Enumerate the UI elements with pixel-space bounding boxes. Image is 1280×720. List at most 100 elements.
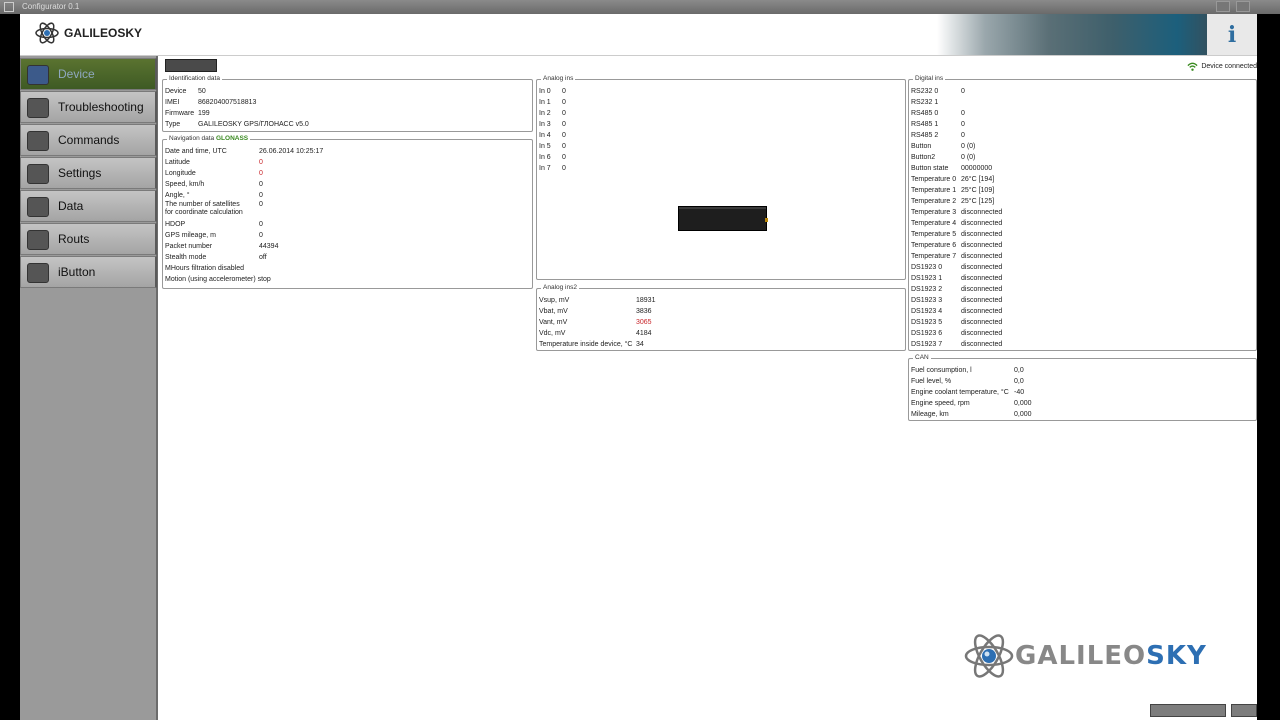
footer-button-2[interactable] [1231, 704, 1257, 717]
row-value: 868204007518813 [198, 99, 257, 106]
row-value: disconnected [961, 242, 1003, 249]
row-label: MHours filtration disabled [165, 265, 244, 272]
data-row: Button2 0 (0) [911, 152, 1254, 163]
row-label: DS1923 0 [911, 264, 943, 271]
row-value: 26.06.2014 10:25:17 [259, 148, 324, 155]
row-label: In 4 [539, 132, 551, 139]
status-text: Device connected [1201, 63, 1257, 70]
row-label: Button [911, 143, 932, 150]
row-value: disconnected [961, 231, 1003, 238]
row-label: DS1923 5 [911, 319, 943, 326]
row-value: 0,000 [1014, 400, 1032, 407]
info-button[interactable]: i [1207, 14, 1257, 55]
close-button[interactable] [1236, 1, 1250, 12]
row-value: disconnected [961, 275, 1003, 282]
data-row: Type GALILEOSKY GPS/ГЛОНАСС v5.0 [165, 119, 530, 130]
row-value: disconnected [961, 319, 1003, 326]
row-label: RS485 2 [911, 132, 939, 139]
row-value: 0,0 [1014, 367, 1024, 374]
sidebar-item-settings[interactable]: Settings [20, 157, 157, 189]
panel-title: Identification data [167, 75, 222, 82]
row-label: Temperature 1 [911, 187, 957, 194]
identification-panel: Identification data Device 50 IMEI 8682040… [162, 75, 533, 132]
nav-system-label: GLONASS [215, 135, 249, 142]
sidebar-item-device[interactable]: Device [20, 58, 157, 90]
sidebar-item-label: Commands [58, 133, 120, 147]
row-value: 3065 [636, 319, 652, 326]
row-label: Button state [911, 165, 949, 172]
row-label: Fuel level, % [911, 378, 952, 385]
sidebar-item-ibutton[interactable]: iButton [20, 256, 157, 288]
row-label: HDOP [165, 221, 186, 228]
data-row: IMEI 868204007518813 [165, 97, 530, 108]
main-content: Device connected Identification data Dev… [160, 56, 1257, 720]
sidebar: Device Troubleshooting Commands Settings… [20, 56, 158, 720]
row-value: -40 [1014, 389, 1025, 396]
row-label: Temperature 5 [911, 231, 957, 238]
row-label: In 2 [539, 110, 551, 117]
row-label: The number of satellites for coordinate c… [165, 201, 243, 217]
data-row: Temperature 2 25°C [125] [911, 196, 1254, 207]
data-row: DS1923 7 disconnected [911, 339, 1254, 350]
row-label: In 3 [539, 121, 551, 128]
row-label: Firmware [165, 110, 195, 117]
row-label: Vdc, mV [539, 330, 566, 337]
row-label: RS485 1 [911, 121, 939, 128]
maximize-button[interactable] [1216, 1, 1230, 12]
data-row: Temperature inside device, °C 34 [539, 339, 903, 350]
data-row: GPS mileage, m 0 [165, 230, 530, 241]
analog-ins-panel: Analog ins In 0 0 In 1 0 In 2 0 In 3 0 In 4 0… [536, 75, 906, 280]
navigation-panel: Navigation data GLONASS Date and time, U… [162, 135, 533, 289]
data-row: HDOP 0 [165, 219, 530, 230]
logo-part-2: SKY [1146, 641, 1207, 671]
data-row: DS1923 5 disconnected [911, 317, 1254, 328]
data-row: DS1923 3 disconnected [911, 295, 1254, 306]
panel-title: Navigation data GLONASS [167, 135, 251, 142]
data-row: In 3 0 [539, 119, 903, 130]
row-value: disconnected [961, 286, 1003, 293]
row-label: Fuel consumption, l [911, 367, 972, 374]
digital-ins-panel: Digital ins RS232 0 0 RS232 1 RS485 0 0 RS… [908, 75, 1257, 351]
routes-icon [27, 230, 49, 250]
row-value: disconnected [961, 253, 1003, 260]
data-row: DS1923 4 disconnected [911, 306, 1254, 317]
sidebar-item-data[interactable]: Data [20, 190, 157, 222]
app-header: GALILEOSKY i [20, 14, 1257, 56]
data-row: Engine speed, rpm 0,000 [911, 398, 1254, 409]
data-row: RS485 2 0 [911, 130, 1254, 141]
row-label: Vbat, mV [539, 308, 568, 315]
footer-button-1[interactable] [1150, 704, 1226, 717]
panel-title: Analog ins [541, 75, 576, 82]
row-value: 0 [259, 159, 263, 166]
row-label: Temperature 4 [911, 220, 957, 227]
data-row: Vbat, mV 3836 [539, 306, 903, 317]
row-value: 0 [562, 99, 566, 106]
row-label: Vsup, mV [539, 297, 570, 304]
row-label: Motion (using accelerometer) stop [165, 276, 271, 283]
data-row: Speed, km/h 0 [165, 179, 530, 190]
row-label: DS1923 1 [911, 275, 943, 282]
tab-button[interactable] [165, 59, 217, 72]
row-value: disconnected [961, 341, 1003, 348]
row-label-line: The number of satellites [165, 201, 240, 208]
row-label-line: for coordinate calculation [165, 209, 243, 216]
sidebar-item-troubleshooting[interactable]: Troubleshooting [20, 91, 157, 123]
row-label: Temperature 7 [911, 253, 957, 260]
data-row: In 5 0 [539, 141, 903, 152]
sidebar-item-routs[interactable]: Routs [20, 223, 157, 255]
device-icon [27, 65, 49, 85]
row-value: 0 [259, 201, 263, 208]
data-row: Temperature 3 disconnected [911, 207, 1254, 218]
row-value: 34 [636, 341, 644, 348]
data-row: Stealth mode off [165, 252, 530, 263]
row-label: Engine speed, rpm [911, 400, 970, 407]
row-value: 0 [562, 143, 566, 150]
data-row: DS1923 6 disconnected [911, 328, 1254, 339]
data-row: Engine coolant temperature, °C -40 [911, 387, 1254, 398]
left-border [0, 14, 20, 720]
header-logo: GALILEOSKY [34, 21, 142, 45]
row-label: GPS mileage, m [165, 232, 216, 239]
row-label: DS1923 6 [911, 330, 943, 337]
row-label: RS232 0 [911, 88, 939, 95]
sidebar-item-commands[interactable]: Commands [20, 124, 157, 156]
